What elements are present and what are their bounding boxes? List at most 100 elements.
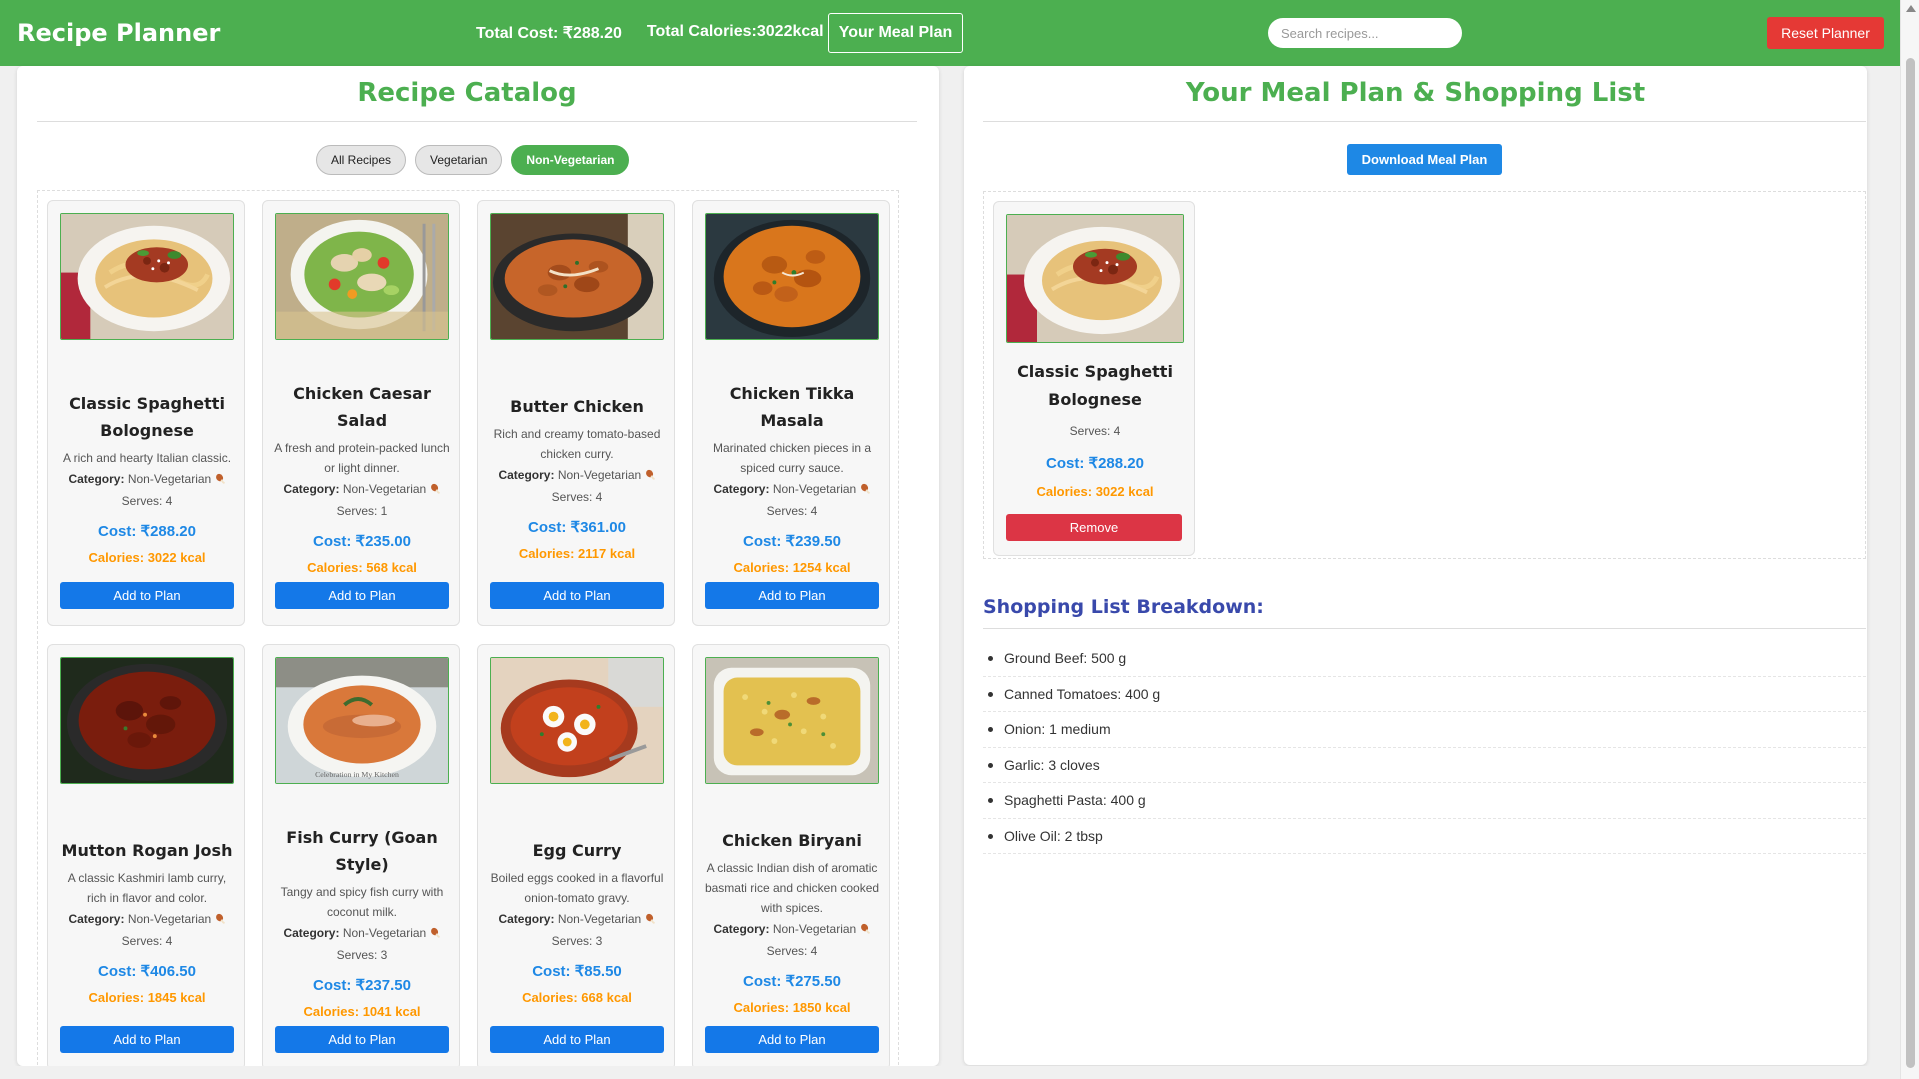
recipe-name: Chicken Tikka Masala bbox=[729, 383, 855, 430]
recipe-serves: Serves: 3 bbox=[551, 934, 603, 948]
recipe-name: Fish Curry (Goan Style) bbox=[286, 827, 438, 874]
recipe-category: Category: Non-Vegetarian bbox=[283, 926, 440, 940]
recipe-calories: Calories: 1850 kcal bbox=[733, 1000, 851, 1015]
recipe-category: Category: Non-Vegetarian bbox=[68, 472, 225, 486]
category-label: Category: bbox=[713, 922, 770, 936]
shopping-item: Canned Tomatoes: 400 g bbox=[983, 677, 1866, 712]
bottom-strip bbox=[0, 1066, 1900, 1079]
shopping-item: Garlic: 3 cloves bbox=[983, 748, 1866, 783]
category-label: Category: bbox=[498, 912, 555, 926]
filter-vegetarian[interactable]: Vegetarian bbox=[415, 145, 503, 175]
add-to-plan-button[interactable]: Add to Plan bbox=[275, 1026, 449, 1053]
catalog-scrollbar[interactable] bbox=[937, 66, 939, 1066]
recipe-cost: Cost: ₹235.00 bbox=[313, 532, 411, 550]
recipe-name: Egg Curry bbox=[532, 841, 622, 860]
reset-planner-button[interactable]: Reset Planner bbox=[1767, 17, 1884, 49]
category-value: Non-Vegetarian bbox=[127, 912, 212, 926]
recipe-description: Rich and creamy tomato-based chicken cur… bbox=[493, 427, 661, 461]
recipe-catalog-panel: Recipe Catalog All Recipes Vegetarian No… bbox=[17, 66, 939, 1066]
page-scroll-thumb[interactable] bbox=[1906, 58, 1915, 1068]
category-label: Category: bbox=[498, 468, 555, 482]
category-value: Non-Vegetarian bbox=[772, 922, 857, 936]
recipe-description: Marinated chicken pieces in a spiced cur… bbox=[712, 440, 872, 475]
recipe-cost: Cost: ₹288.20 bbox=[98, 522, 196, 540]
recipe-image bbox=[1006, 214, 1184, 343]
recipe-category: Category: Non-Vegetarian bbox=[498, 468, 655, 482]
svg-text:Celebration in My Kitchen: Celebration in My Kitchen bbox=[315, 770, 399, 779]
add-to-plan-button[interactable]: Add to Plan bbox=[705, 1026, 879, 1053]
add-to-plan-button[interactable]: Add to Plan bbox=[60, 1026, 234, 1053]
recipe-description: A classic Indian dish of aromatic basmat… bbox=[704, 861, 880, 915]
recipe-cost: Cost: ₹275.50 bbox=[743, 973, 841, 990]
recipe-name: Butter Chicken bbox=[510, 397, 644, 416]
recipe-calories: Calories: 1041 kcal bbox=[303, 1003, 421, 1019]
shopping-item: Spaghetti Pasta: 400 g bbox=[983, 783, 1866, 819]
recipe-cost: Cost: ₹361.00 bbox=[528, 519, 626, 536]
recipe-category: Category: Non-Vegetarian bbox=[68, 912, 225, 926]
shopping-list: Ground Beef: 500 g Canned Tomatoes: 400 … bbox=[983, 641, 1866, 854]
shopping-item: Olive Oil: 2 tbsp bbox=[983, 819, 1866, 854]
recipe-name: Classic Spaghetti Bolognese bbox=[69, 393, 225, 440]
total-cost: Total Cost: ₹288.20 bbox=[476, 25, 622, 42]
recipe-category: Category: Non-Vegetarian bbox=[498, 912, 655, 926]
recipe-card: Chicken Tikka Masala Marinated chicken pi… bbox=[692, 200, 890, 626]
total-calories: Total Calories:3022kcal bbox=[646, 23, 824, 40]
category-value: Non-Vegetarian bbox=[342, 481, 427, 496]
recipe-card: Classic Spaghetti Bolognese A rich and he… bbox=[47, 200, 245, 626]
add-to-plan-button[interactable]: Add to Plan bbox=[490, 582, 664, 609]
recipe-serves: Serves: 4 bbox=[551, 490, 603, 504]
drumstick-icon bbox=[215, 912, 226, 926]
shopping-item: Ground Beef: 500 g bbox=[983, 641, 1866, 677]
category-label: Category: bbox=[713, 481, 770, 496]
recipe-card: Celebration in My Kitchen Fish Curry (Goa… bbox=[262, 644, 460, 1066]
category-value: Non-Vegetarian bbox=[342, 925, 427, 940]
drumstick-icon bbox=[430, 926, 441, 940]
remove-button[interactable]: Remove bbox=[1006, 514, 1182, 541]
page-scrollbar[interactable] bbox=[1900, 0, 1919, 1079]
meal-plan-title: Your Meal Plan & Shopping List bbox=[1185, 78, 1646, 108]
category-filters: All Recipes Vegetarian Non-Vegetarian bbox=[316, 145, 630, 175]
download-meal-plan-button[interactable]: Download Meal Plan bbox=[1347, 144, 1502, 175]
drumstick-icon bbox=[215, 472, 226, 486]
scroll-up-arrow-icon[interactable] bbox=[1906, 5, 1916, 12]
category-label: Category: bbox=[283, 925, 340, 940]
recipe-calories: Calories: 668 kcal bbox=[522, 990, 632, 1005]
filter-non-vegetarian[interactable]: Non-Vegetarian bbox=[511, 145, 630, 175]
recipe-serves: Serves: 4 bbox=[121, 493, 173, 508]
recipe-card: Chicken Biryani A classic Indian dish of … bbox=[692, 644, 890, 1066]
drumstick-icon bbox=[645, 468, 656, 482]
app-title: Recipe Planner bbox=[17, 19, 221, 47]
recipe-image bbox=[60, 213, 234, 340]
category-value: Non-Vegetarian bbox=[772, 481, 857, 496]
add-to-plan-button[interactable]: Add to Plan bbox=[490, 1026, 664, 1053]
add-to-plan-button[interactable]: Add to Plan bbox=[705, 582, 879, 609]
recipe-calories: Calories: 1845 kcal bbox=[88, 990, 206, 1005]
category-value: Non-Vegetarian bbox=[557, 468, 642, 482]
recipe-category: Category: Non-Vegetarian bbox=[713, 922, 870, 936]
recipe-description: A rich and hearty Italian classic. bbox=[62, 450, 232, 465]
shopping-divider bbox=[983, 628, 1866, 629]
category-value: Non-Vegetarian bbox=[127, 471, 212, 486]
add-to-plan-button[interactable]: Add to Plan bbox=[275, 582, 449, 609]
recipe-serves: Serves: 1 bbox=[336, 503, 388, 518]
filter-all-recipes[interactable]: All Recipes bbox=[316, 145, 407, 175]
meal-plan-panel: Your Meal Plan & Shopping List Download … bbox=[964, 66, 1867, 1065]
recipe-grid: Classic Spaghetti Bolognese A rich and he… bbox=[37, 190, 899, 1066]
recipe-image bbox=[275, 213, 449, 340]
drumstick-icon bbox=[860, 922, 871, 936]
add-to-plan-button[interactable]: Add to Plan bbox=[60, 582, 234, 609]
meal-plan-button[interactable]: Your Meal Plan bbox=[828, 13, 963, 53]
category-value: Non-Vegetarian bbox=[557, 912, 642, 926]
shopping-item: Onion: 1 medium bbox=[983, 712, 1866, 748]
search-input[interactable] bbox=[1268, 18, 1462, 48]
recipe-image bbox=[705, 213, 879, 340]
recipe-serves: Serves: 4 bbox=[121, 934, 173, 948]
recipe-card: Chicken Caesar Salad A fresh and protein-… bbox=[262, 200, 460, 626]
category-label: Category: bbox=[68, 471, 125, 486]
plan-recipe-serves: Serves: 4 bbox=[1069, 424, 1121, 438]
meal-plan-list: Classic Spaghetti Bolognese Serves: 4 Co… bbox=[983, 191, 1866, 559]
recipe-name: Chicken Biryani bbox=[722, 831, 862, 850]
recipe-cost: Cost: ₹85.50 bbox=[532, 963, 622, 980]
plan-recipe-cost: Cost: ₹288.20 bbox=[1046, 455, 1144, 472]
recipe-serves: Serves: 3 bbox=[336, 947, 388, 962]
